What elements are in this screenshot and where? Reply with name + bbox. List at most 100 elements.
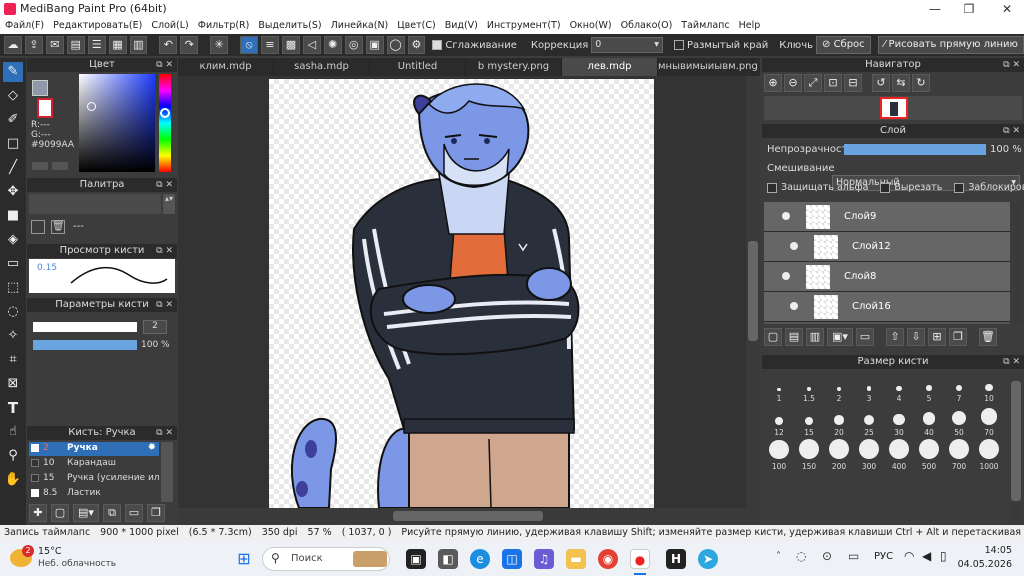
- new-8bit-layer-icon[interactable]: ▥: [806, 328, 824, 346]
- brush-size-cell[interactable]: 70: [974, 408, 1004, 439]
- brush-size-cell[interactable]: 20: [824, 409, 854, 439]
- brush-list-item[interactable]: 15 Ручка (усиление или: [29, 472, 159, 486]
- brush-opacity-slider[interactable]: [33, 340, 137, 350]
- draw-straight-line-button[interactable]: ⁄ Рисовать прямую линию: [877, 36, 1024, 54]
- eye-icon[interactable]: [782, 212, 790, 220]
- cloud-icon[interactable]: ☁: [4, 36, 22, 54]
- drawing-canvas[interactable]: [269, 79, 654, 508]
- eye-icon[interactable]: [790, 242, 798, 250]
- brush-list-item[interactable]: 2 Ручка ✹: [29, 442, 159, 456]
- windows-start-icon[interactable]: ⊞: [234, 549, 254, 569]
- layer-down-icon[interactable]: ⇩: [907, 328, 925, 346]
- eye-icon[interactable]: [782, 272, 790, 280]
- brush-size-cell[interactable]: 25: [854, 409, 884, 439]
- cross-snap-icon[interactable]: ▩: [281, 36, 300, 54]
- minimize-button[interactable]: —: [918, 0, 952, 18]
- select-tool-icon[interactable]: ⬚: [3, 278, 23, 298]
- palette-list[interactable]: [29, 194, 161, 214]
- new-halftone-layer-icon[interactable]: ▤: [785, 328, 803, 346]
- tab-mnyvim[interactable]: мнывимыиывм.png: [658, 58, 758, 76]
- file-explorer-icon[interactable]: ▬: [566, 549, 586, 569]
- curve-snap-icon[interactable]: ▣: [365, 36, 384, 54]
- brush-size-cell[interactable]: 300: [854, 439, 884, 473]
- h-app-icon[interactable]: H: [666, 549, 686, 569]
- eraser-tool-icon[interactable]: ◇: [3, 86, 23, 106]
- chrome-browser-icon[interactable]: ◉: [598, 549, 618, 569]
- brush-size-cell[interactable]: 1: [764, 375, 794, 405]
- telegram-icon[interactable]: ➤: [698, 549, 718, 569]
- zoom-out-icon[interactable]: ⊖: [784, 74, 802, 92]
- menu-ruler[interactable]: Линейка(N): [326, 18, 393, 34]
- operation-tool-icon[interactable]: ☝: [3, 422, 23, 442]
- brush-tool-icon[interactable]: ✎: [3, 62, 23, 82]
- widgets-icon[interactable]: ◧: [438, 549, 458, 569]
- brush-size-cell[interactable]: 1.5: [794, 375, 824, 405]
- brush-size-cell[interactable]: 50: [944, 409, 974, 439]
- menu-layer[interactable]: Слой(L): [146, 18, 192, 34]
- maximize-button[interactable]: ❐: [952, 0, 986, 18]
- actual-size-icon[interactable]: ⊡: [824, 74, 842, 92]
- layer-row[interactable]: Слой12: [764, 232, 1010, 262]
- grid-icon[interactable]: ▦: [108, 36, 127, 54]
- store-icon[interactable]: ◫: [502, 549, 522, 569]
- menu-timelapse[interactable]: Таймлапс: [676, 18, 733, 34]
- shrink-icon[interactable]: ⊟: [844, 74, 862, 92]
- shape-tool-icon[interactable]: ■: [3, 206, 23, 226]
- palette-scroll[interactable]: ▴▾: [163, 194, 175, 214]
- radial-snap-icon[interactable]: ✺: [323, 36, 342, 54]
- brush-size-cell[interactable]: 4: [884, 375, 914, 405]
- select-eraser-tool-icon[interactable]: ⊠: [3, 374, 23, 394]
- layer-add-menu-icon[interactable]: ▣▾: [827, 328, 853, 346]
- brush-size-cell[interactable]: 12: [764, 409, 794, 439]
- tab-mystery[interactable]: b mystery.png: [466, 58, 562, 76]
- color-mode-icon[interactable]: [32, 162, 48, 170]
- brush-size-cell[interactable]: 40: [914, 409, 944, 439]
- ellipse-snap-icon[interactable]: ◯: [386, 36, 405, 54]
- hue-slider[interactable]: [159, 74, 171, 172]
- blur-edge-checkbox[interactable]: [673, 40, 684, 50]
- medibang-icon[interactable]: ●: [630, 549, 650, 569]
- scroll-thumb[interactable]: [1011, 381, 1021, 501]
- background-color-swatch[interactable]: [37, 98, 53, 118]
- document-icon[interactable]: ▤: [66, 36, 85, 54]
- layer-row[interactable]: Слой9: [764, 202, 1010, 232]
- select-pen-tool-icon[interactable]: ⌗: [3, 350, 23, 370]
- canvas-vertical-scrollbar[interactable]: [746, 76, 760, 508]
- layer-row[interactable]: Слой8: [764, 262, 1010, 292]
- parallel-snap-icon[interactable]: ≡: [261, 36, 279, 54]
- clock-time[interactable]: 14:05: [972, 545, 1012, 556]
- tray-app-icon[interactable]: ◌: [796, 549, 806, 563]
- hand-tool-icon[interactable]: ✋: [3, 470, 23, 490]
- brush-size-value[interactable]: 2: [143, 320, 167, 334]
- color-picker-icon[interactable]: [52, 162, 68, 170]
- brush-size-cell[interactable]: 7: [944, 375, 974, 405]
- protect-alpha-checkbox[interactable]: [767, 182, 777, 193]
- gradient-tool-icon[interactable]: ▭: [3, 254, 23, 274]
- brush-size-cell[interactable]: 1000: [974, 439, 1004, 473]
- brush-size-cell[interactable]: 200: [824, 439, 854, 473]
- brush-size-cell[interactable]: 400: [884, 439, 914, 473]
- brush-list-item[interactable]: 10 Карандаш: [29, 457, 159, 471]
- tab-klim[interactable]: клим.mdp: [178, 58, 274, 76]
- menu-tool[interactable]: Инструмент(T): [482, 18, 565, 34]
- brush-size-scrollbar[interactable]: [1010, 375, 1022, 525]
- app-icon-audio[interactable]: ♫: [534, 549, 554, 569]
- rotate-left-icon[interactable]: ↺: [872, 74, 890, 92]
- brush-size-cell[interactable]: 700: [944, 439, 974, 473]
- lasso-tool-icon[interactable]: ◌: [3, 302, 23, 322]
- settings-gear-icon[interactable]: ⚙: [407, 36, 426, 54]
- duplicate-icon[interactable]: ❐: [147, 504, 165, 522]
- layer-list-scrollbar[interactable]: [1010, 202, 1022, 324]
- layer-row[interactable]: Слой16: [764, 292, 1010, 322]
- tray-cam-icon[interactable]: ▭: [848, 549, 859, 563]
- eye-icon[interactable]: [790, 302, 798, 310]
- layer-folder-icon[interactable]: ▭: [856, 328, 874, 346]
- tray-chevron-icon[interactable]: ˄: [776, 551, 781, 562]
- move-tool-icon[interactable]: ✥: [3, 182, 23, 202]
- color-saturation-field[interactable]: [79, 74, 155, 172]
- menu-color[interactable]: Цвет(C): [392, 18, 439, 34]
- close-button[interactable]: ✕: [990, 0, 1024, 18]
- tab-lev[interactable]: лев.mdp: [562, 58, 658, 76]
- rotate-right-icon[interactable]: ↻: [912, 74, 930, 92]
- dot-tool-icon[interactable]: ✐: [3, 110, 23, 130]
